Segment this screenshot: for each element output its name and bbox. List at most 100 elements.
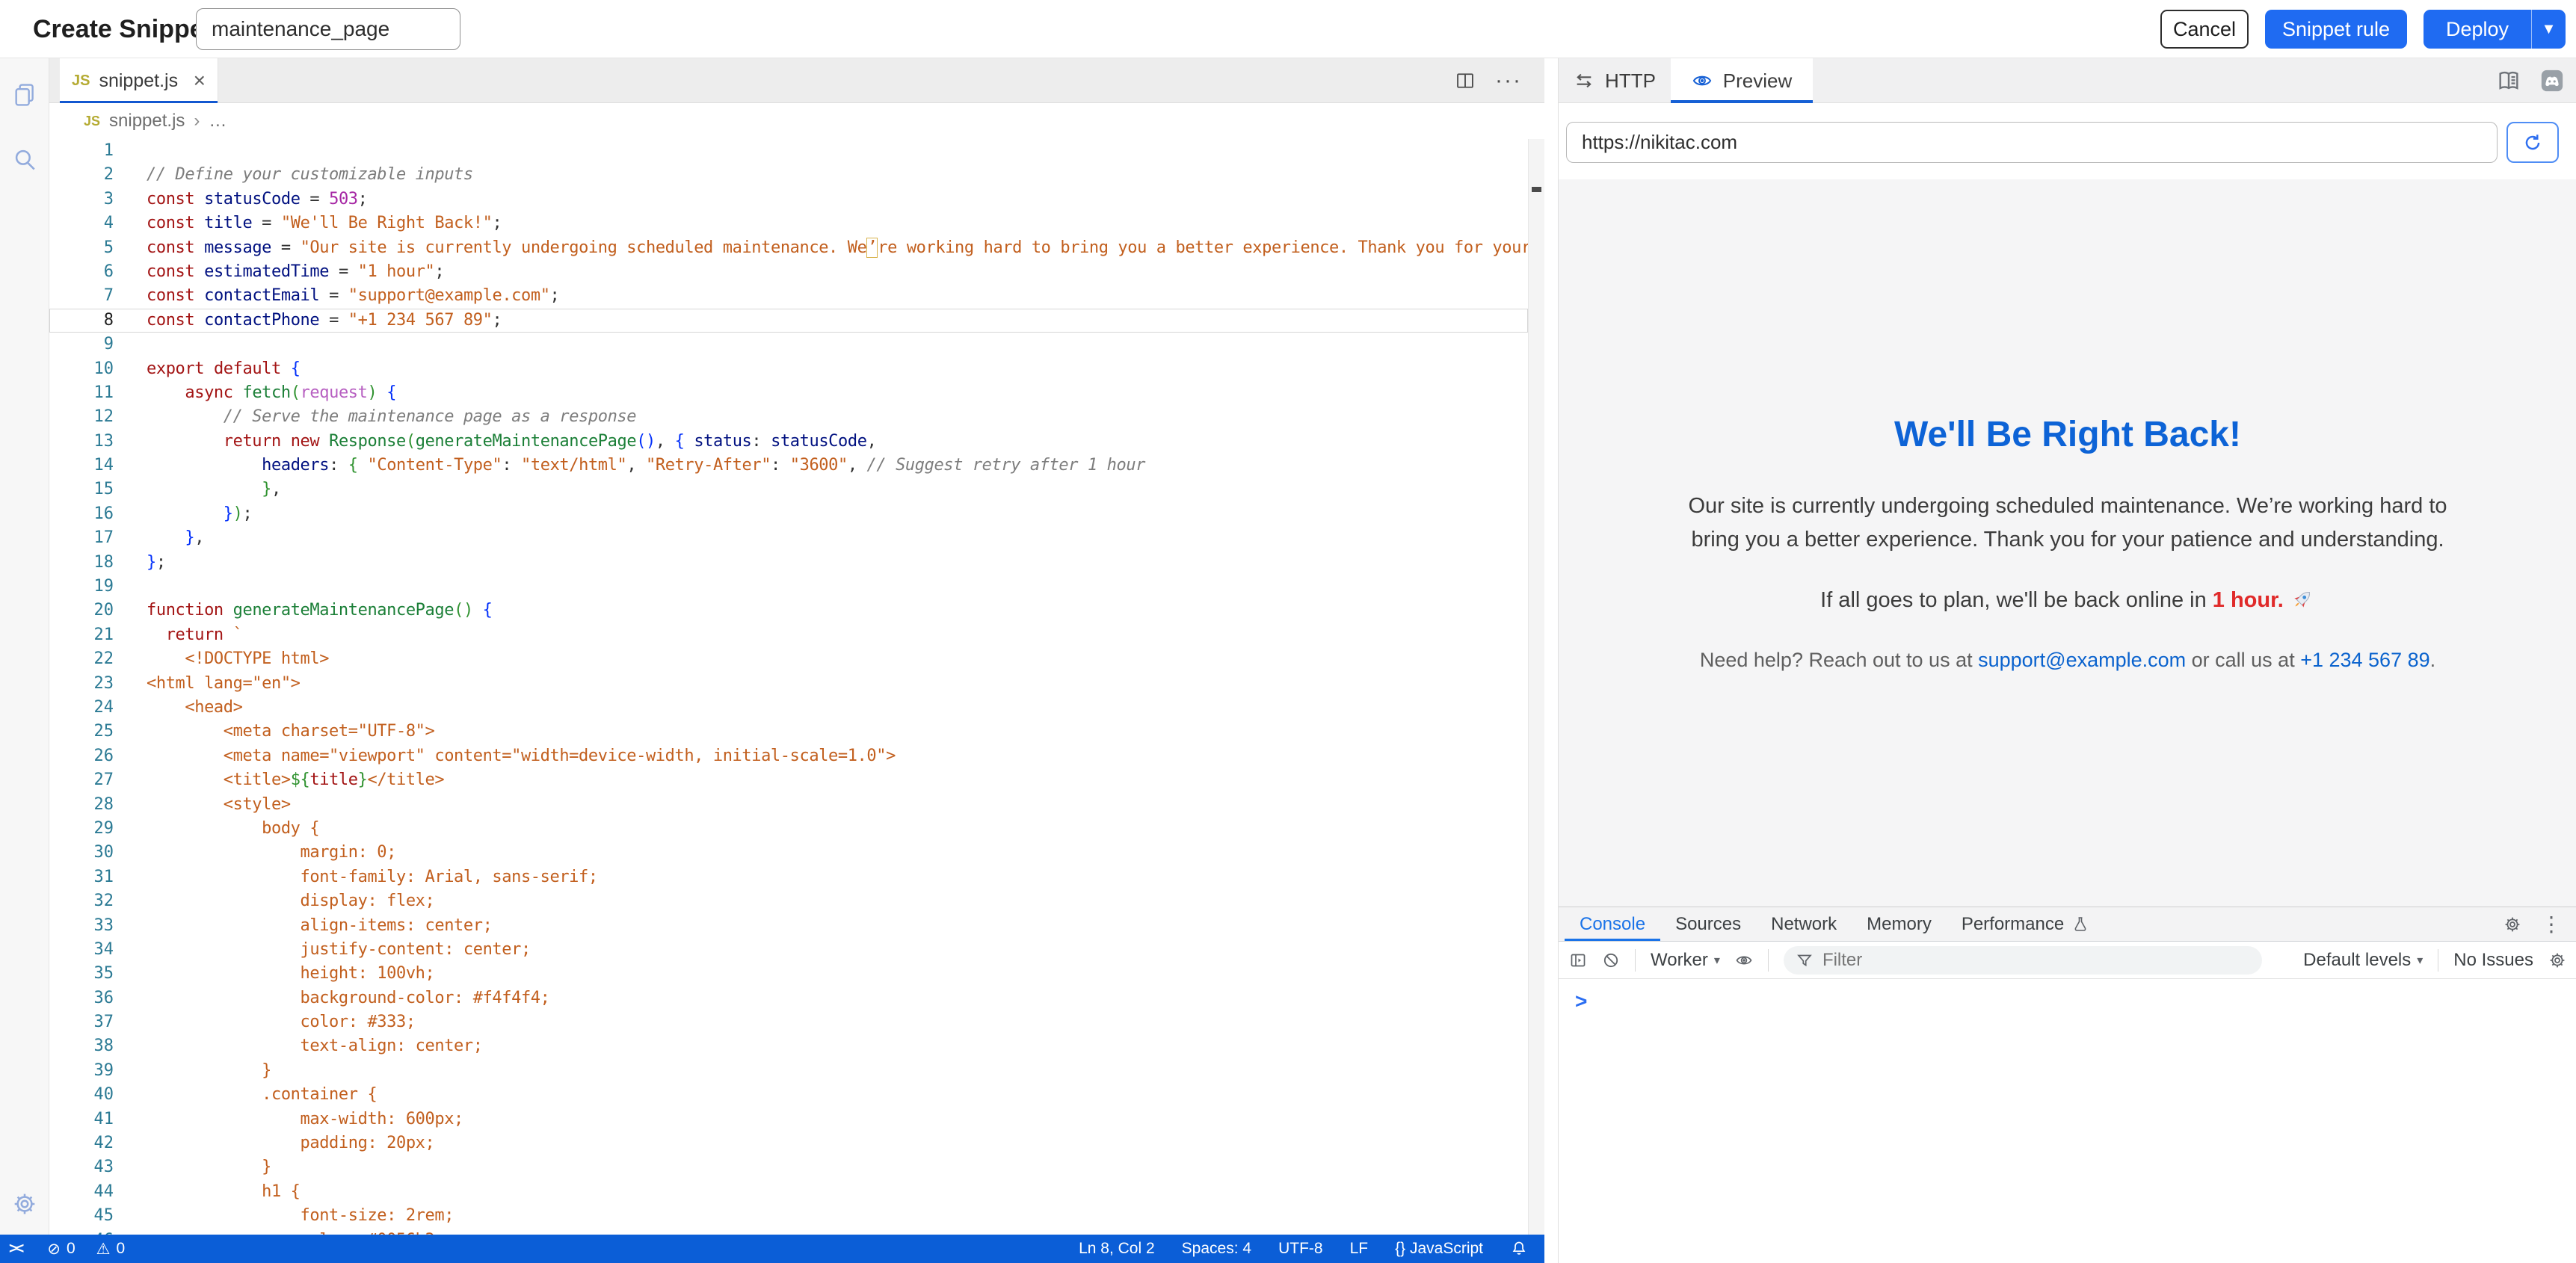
cursor-position[interactable]: Ln 8, Col 2 — [1079, 1240, 1155, 1258]
remote-indicator-icon[interactable]: >< — [9, 1241, 26, 1258]
code-line[interactable]: 37 color: #333; — [49, 1010, 1528, 1034]
docs-book-icon[interactable] — [2496, 68, 2521, 93]
code-line[interactable]: 38 text-align: center; — [49, 1034, 1528, 1058]
code-line[interactable]: 14 headers: { "Content-Type": "text/html… — [49, 454, 1528, 478]
tab-close-icon[interactable]: × — [194, 70, 206, 91]
code-line[interactable]: 6const estimatedTime = "1 hour"; — [49, 260, 1528, 284]
code-line[interactable]: 42 padding: 20px; — [49, 1131, 1528, 1155]
code-line[interactable]: 4const title = "We'll Be Right Back!"; — [49, 211, 1528, 235]
filter-input[interactable] — [1822, 950, 2166, 971]
code-line[interactable]: 24 <head> — [49, 696, 1528, 720]
problems-errors[interactable]: ⊘ 0 — [47, 1240, 75, 1259]
code-line[interactable]: 13 return new Response(generateMaintenan… — [49, 430, 1528, 454]
code-line[interactable]: 29 body { — [49, 817, 1528, 841]
search-icon[interactable] — [12, 146, 37, 172]
log-levels-selector[interactable]: Default levels▾ — [2303, 950, 2423, 971]
snippet-name-input[interactable] — [196, 8, 460, 50]
deploy-dropdown-caret[interactable]: ▼ — [2531, 10, 2566, 49]
devtools-tab-memory[interactable]: Memory — [1852, 907, 1947, 941]
preview-url-input[interactable] — [1566, 122, 2498, 163]
code-line[interactable]: 23<html lang="en"> — [49, 672, 1528, 696]
code-line[interactable]: 7const contactEmail = "support@example.c… — [49, 284, 1528, 308]
code-line[interactable]: 43 } — [49, 1155, 1528, 1179]
code-line[interactable]: 16 }); — [49, 502, 1528, 526]
code-line[interactable]: 41 max-width: 600px; — [49, 1108, 1528, 1131]
code-line[interactable]: 21 return ` — [49, 623, 1528, 647]
code-line[interactable]: 36 background-color: #f4f4f4; — [49, 986, 1528, 1010]
breadcrumb-symbol[interactable]: … — [209, 111, 227, 132]
issues-counter[interactable]: No Issues — [2453, 950, 2533, 971]
code-line[interactable]: 20function generateMaintenancePage() { — [49, 599, 1528, 623]
devtools-tab-performance[interactable]: Performance — [1947, 907, 2104, 941]
files-icon[interactable] — [12, 82, 37, 108]
code-line[interactable]: 17 }, — [49, 526, 1528, 550]
tab-snippet-js[interactable]: JS snippet.js × — [60, 58, 218, 103]
split-editor-icon[interactable] — [1455, 70, 1476, 91]
indentation[interactable]: Spaces: 4 — [1182, 1240, 1251, 1258]
code-line[interactable]: 40 .container { — [49, 1083, 1528, 1107]
refresh-icon — [2522, 132, 2543, 153]
eol-sequence[interactable]: LF — [1350, 1240, 1369, 1258]
code-editor[interactable]: 12// Define your customizable inputs3con… — [49, 139, 1528, 1235]
code-line[interactable]: 2// Define your customizable inputs — [49, 163, 1528, 187]
phone-link[interactable]: +1 234 567 89 — [2300, 649, 2429, 671]
code-line[interactable]: 27 <title>${title}</title> — [49, 768, 1528, 792]
problems-warnings[interactable]: ⚠ 0 — [96, 1240, 126, 1259]
top-header: Create Snippet Cancel Snippet rule Deplo… — [0, 0, 2576, 58]
code-line[interactable]: 34 justify-content: center; — [49, 938, 1528, 962]
devtools-tab-sources[interactable]: Sources — [1660, 907, 1756, 941]
code-line[interactable]: 1 — [49, 139, 1528, 163]
breadcrumb-file[interactable]: snippet.js — [109, 111, 185, 132]
code-line[interactable]: 18}; — [49, 551, 1528, 575]
tab-preview[interactable]: Preview — [1671, 58, 1813, 103]
code-line[interactable]: 31 font-family: Arial, sans-serif; — [49, 865, 1528, 889]
notifications-bell-icon[interactable] — [1510, 1240, 1528, 1258]
code-line[interactable]: 12 // Serve the maintenance page as a re… — [49, 405, 1528, 429]
code-line[interactable]: 30 margin: 0; — [49, 841, 1528, 865]
breadcrumb[interactable]: JS snippet.js › … — [49, 103, 1544, 139]
more-actions-icon[interactable]: ··· — [1495, 68, 1522, 93]
code-line[interactable]: 35 height: 100vh; — [49, 962, 1528, 986]
devtools-settings-gear-icon[interactable] — [2503, 915, 2521, 933]
code-line[interactable]: 3const statusCode = 503; — [49, 188, 1528, 211]
context-selector[interactable]: Worker▾ — [1651, 950, 1720, 971]
refresh-button[interactable] — [2506, 122, 2559, 163]
settings-gear-icon[interactable] — [12, 1191, 37, 1217]
code-line[interactable]: 22 <!DOCTYPE html> — [49, 647, 1528, 671]
code-line[interactable]: 25 <meta charset="UTF-8"> — [49, 720, 1528, 744]
code-line[interactable]: 5const message = "Our site is currently … — [49, 236, 1528, 260]
discord-icon[interactable] — [2539, 68, 2565, 93]
code-line[interactable]: 45 font-size: 2rem; — [49, 1204, 1528, 1228]
deploy-button[interactable]: Deploy — [2424, 10, 2531, 49]
live-expression-eye-icon[interactable] — [1735, 951, 1753, 969]
language-mode[interactable]: {} JavaScript — [1395, 1240, 1483, 1258]
support-email-link[interactable]: support@example.com — [1978, 649, 2186, 671]
editor-scrollbar[interactable] — [1528, 139, 1544, 1235]
code-line[interactable]: 32 display: flex; — [49, 889, 1528, 913]
devtools-tab-console[interactable]: Console — [1565, 907, 1660, 941]
code-line[interactable]: 39 } — [49, 1059, 1528, 1083]
encoding[interactable]: UTF-8 — [1278, 1240, 1323, 1258]
console-prompt[interactable]: > — [1559, 979, 2576, 1013]
console-settings-gear-icon[interactable] — [2548, 951, 2566, 969]
tab-http[interactable]: HTTP — [1559, 58, 1671, 103]
devtools-tab-network[interactable]: Network — [1756, 907, 1852, 941]
toolbar-divider — [1635, 949, 1636, 972]
code-line[interactable]: 10export default { — [49, 357, 1528, 381]
cancel-button[interactable]: Cancel — [2160, 10, 2249, 49]
devtools-kebab-menu-icon[interactable]: ⋮ — [2541, 912, 2562, 936]
code-line[interactable]: 9 — [49, 333, 1528, 356]
code-line[interactable]: 11 async fetch(request) { — [49, 381, 1528, 405]
code-line[interactable]: 33 align-items: center; — [49, 914, 1528, 938]
code-line[interactable]: 19 — [49, 575, 1528, 599]
code-line[interactable]: 8const contactPhone = "+1 234 567 89"; — [49, 309, 1528, 333]
console-filter[interactable] — [1784, 946, 2262, 975]
console-sidebar-toggle-icon[interactable] — [1569, 951, 1587, 969]
code-line[interactable]: 44 h1 { — [49, 1180, 1528, 1204]
code-line[interactable]: 28 <style> — [49, 793, 1528, 817]
code-line[interactable]: 46 color: #0056b3; — [49, 1229, 1528, 1235]
clear-console-icon[interactable] — [1602, 951, 1620, 969]
snippet-rule-button[interactable]: Snippet rule — [2265, 10, 2407, 49]
code-line[interactable]: 15 }, — [49, 478, 1528, 501]
code-line[interactable]: 26 <meta name="viewport" content="width=… — [49, 744, 1528, 768]
